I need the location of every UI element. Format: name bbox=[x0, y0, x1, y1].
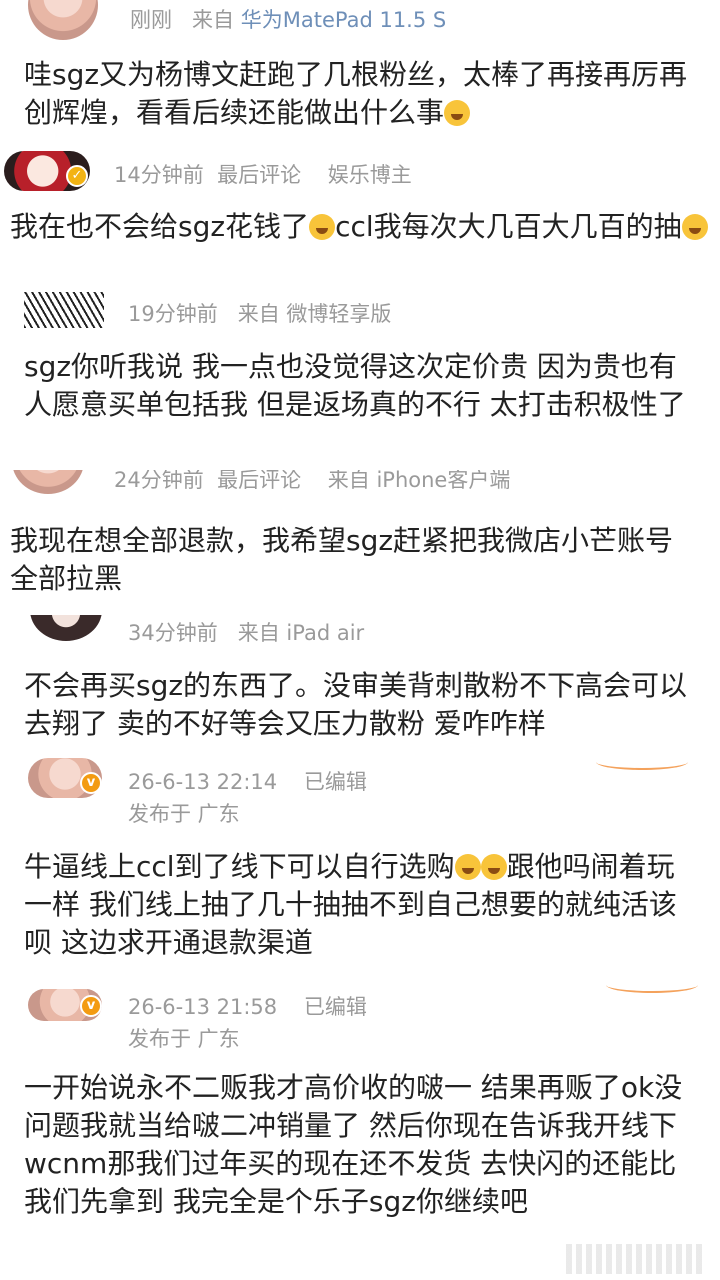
comment-meta: 34分钟前 来自 iPad air bbox=[128, 621, 365, 645]
verified-badge-icon: v bbox=[80, 772, 102, 794]
comment-meta: 26-6-13 22:14 已编辑 bbox=[128, 770, 367, 794]
comment-text: 不会再买sgz的东西了。没审美背刺散粉不下高会可以去翔了 卖的不好等会又压力散粉… bbox=[24, 669, 688, 740]
avatar[interactable] bbox=[30, 615, 102, 641]
comment-text: 我在也不会给sgz花钱了 ccl我每次大几百大几百的抽 bbox=[10, 208, 710, 246]
comment-card-4: 24分钟前 最后评论 来自 iPhone客户端 我现在想全部退款，我希望sgz赶… bbox=[0, 470, 720, 615]
emoji-icon bbox=[309, 214, 336, 240]
emoji-icon bbox=[681, 214, 708, 240]
comment-text: 牛逼线上ccl到了线下可以自行选购 跟他吗闹着玩一样 我们线上抽了几十抽抽不到自己… bbox=[24, 850, 677, 959]
comment-text: 一开始说永不二贩我才高价收的啵一 结果再贩了ok没问题我就当给啵二冲销量了 然后… bbox=[24, 1071, 683, 1218]
comment-card-2: ✓ 14分钟前 最后评论 娱乐博主 我在也不会给sgz花钱了 ccl我每次大几百大… bbox=[0, 145, 720, 290]
comment-text: sgz你听我说 我一点也没觉得这次定价贵 因为贵也有人愿意买单包括我 但是返场真… bbox=[24, 350, 686, 421]
comment-card-6: v 26-6-13 22:14 已编辑 发布于 广东 牛逼线上ccl到了线下可以… bbox=[0, 750, 720, 985]
comment-card-1: 刚刚 来自 华为MatePad 11.5 S 哇sgz又为杨博文赶跑了几根粉丝，… bbox=[0, 0, 720, 145]
comment-meta: 刚刚 来自 华为MatePad 11.5 S bbox=[130, 8, 447, 32]
comment-card-3: 19分钟前 来自 微博轻享版 sgz你听我说 我一点也没觉得这次定价贵 因为贵也… bbox=[0, 290, 720, 470]
emoji-icon bbox=[444, 100, 471, 126]
comment-meta: 19分钟前 来自 微博轻享版 bbox=[128, 302, 392, 326]
decoration bbox=[596, 754, 688, 770]
comment-meta: 24分钟前 最后评论 来自 iPhone客户端 bbox=[114, 470, 511, 492]
avatar[interactable] bbox=[12, 470, 84, 494]
verified-badge-icon: v bbox=[80, 995, 102, 1017]
comment-text: 哇sgz又为杨博文赶跑了几根粉丝，太棒了再接再厉再创辉煌，看看后续还能做出什么事 bbox=[24, 58, 688, 129]
avatar[interactable] bbox=[24, 292, 104, 328]
verified-badge-icon: ✓ bbox=[66, 165, 88, 187]
emoji-icon bbox=[480, 854, 507, 880]
comment-card-7: v 26-6-13 21:58 已编辑 发布于 广东 一开始说永不二贩我才高价收… bbox=[0, 985, 720, 1280]
comment-meta: 26-6-13 21:58 已编辑 bbox=[128, 995, 367, 1019]
avatar[interactable] bbox=[28, 0, 98, 40]
comment-meta: 14分钟前 最后评论 娱乐博主 bbox=[114, 163, 412, 187]
location-meta: 发布于 广东 bbox=[128, 1027, 240, 1051]
watermark bbox=[566, 1244, 706, 1274]
decoration bbox=[606, 985, 698, 993]
emoji-icon bbox=[454, 854, 481, 880]
device-link[interactable]: 华为MatePad 11.5 S bbox=[241, 8, 447, 32]
comment-text: 我现在想全部退款，我希望sgz赶紧把我微店小芒账号全部拉黑 bbox=[10, 524, 674, 595]
location-meta: 发布于 广东 bbox=[128, 802, 240, 826]
comment-card-5: 34分钟前 来自 iPad air 不会再买sgz的东西了。没审美背刺散粉不下高… bbox=[0, 615, 720, 750]
